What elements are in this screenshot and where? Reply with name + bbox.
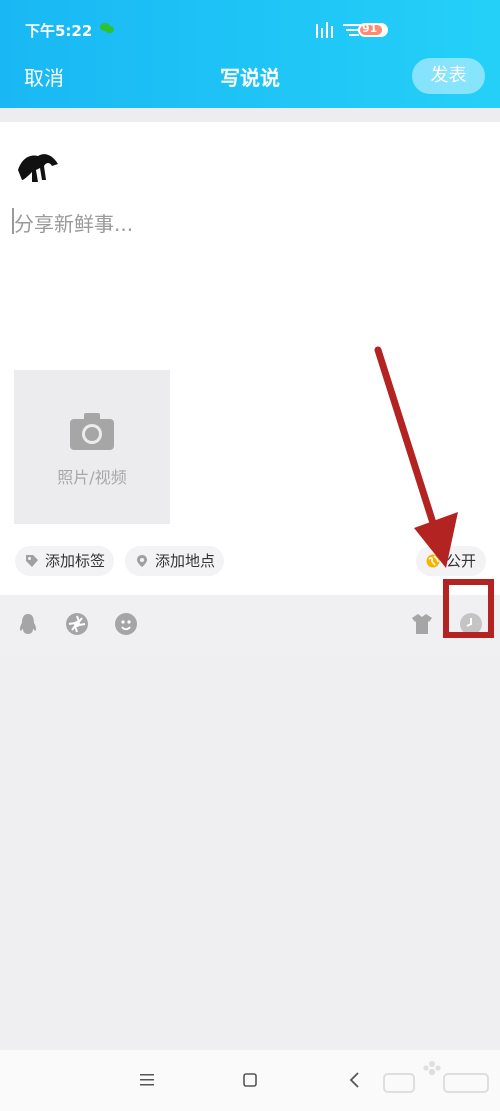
photo-video-label: 照片/视频	[57, 468, 127, 487]
battery-icon: 91	[358, 22, 388, 37]
back-icon[interactable]	[343, 1068, 367, 1092]
expansion-panel	[0, 655, 500, 1050]
clock-icon[interactable]	[459, 612, 483, 636]
header-divider	[0, 108, 500, 122]
add-location-button[interactable]: 添加地点	[125, 546, 224, 576]
visibility-label: 公开	[446, 552, 477, 570]
status-time: 下午5:22	[25, 22, 93, 40]
post-input[interactable]: 分享新鲜事...	[14, 208, 133, 237]
status-bar: 下午5:22	[25, 20, 390, 42]
shutter-icon[interactable]	[65, 612, 89, 636]
visibility-button[interactable]: 公开	[416, 546, 486, 576]
qq-penguin-icon[interactable]	[16, 612, 40, 636]
globe-icon	[426, 554, 440, 568]
composer-area: 分享新鲜事... 照片/视频 添加标签 添加地点 公开	[0, 122, 500, 595]
watermark-logo	[383, 1061, 489, 1093]
tag-icon	[26, 555, 38, 567]
top-bar: 下午5:22 91 取消 写说说 发表	[0, 0, 500, 108]
home-icon[interactable]	[238, 1068, 262, 1092]
publish-button[interactable]: 发表	[412, 58, 485, 94]
menu-icon[interactable]	[135, 1068, 159, 1092]
add-location-label: 添加地点	[155, 552, 216, 570]
camera-icon	[70, 413, 114, 450]
wechat-notification-icon	[100, 23, 114, 33]
add-tag-label: 添加标签	[45, 552, 106, 570]
add-tag-button[interactable]: 添加标签	[15, 546, 114, 576]
avatar[interactable]	[16, 150, 60, 184]
composer-toolbar	[0, 595, 500, 655]
shirt-icon[interactable]	[410, 612, 434, 636]
battery-level: 91	[362, 22, 378, 35]
location-pin-icon	[137, 555, 147, 567]
emoji-icon[interactable]	[114, 612, 138, 636]
signal-icon	[316, 22, 333, 38]
add-photo-video-button[interactable]: 照片/视频	[14, 370, 170, 524]
